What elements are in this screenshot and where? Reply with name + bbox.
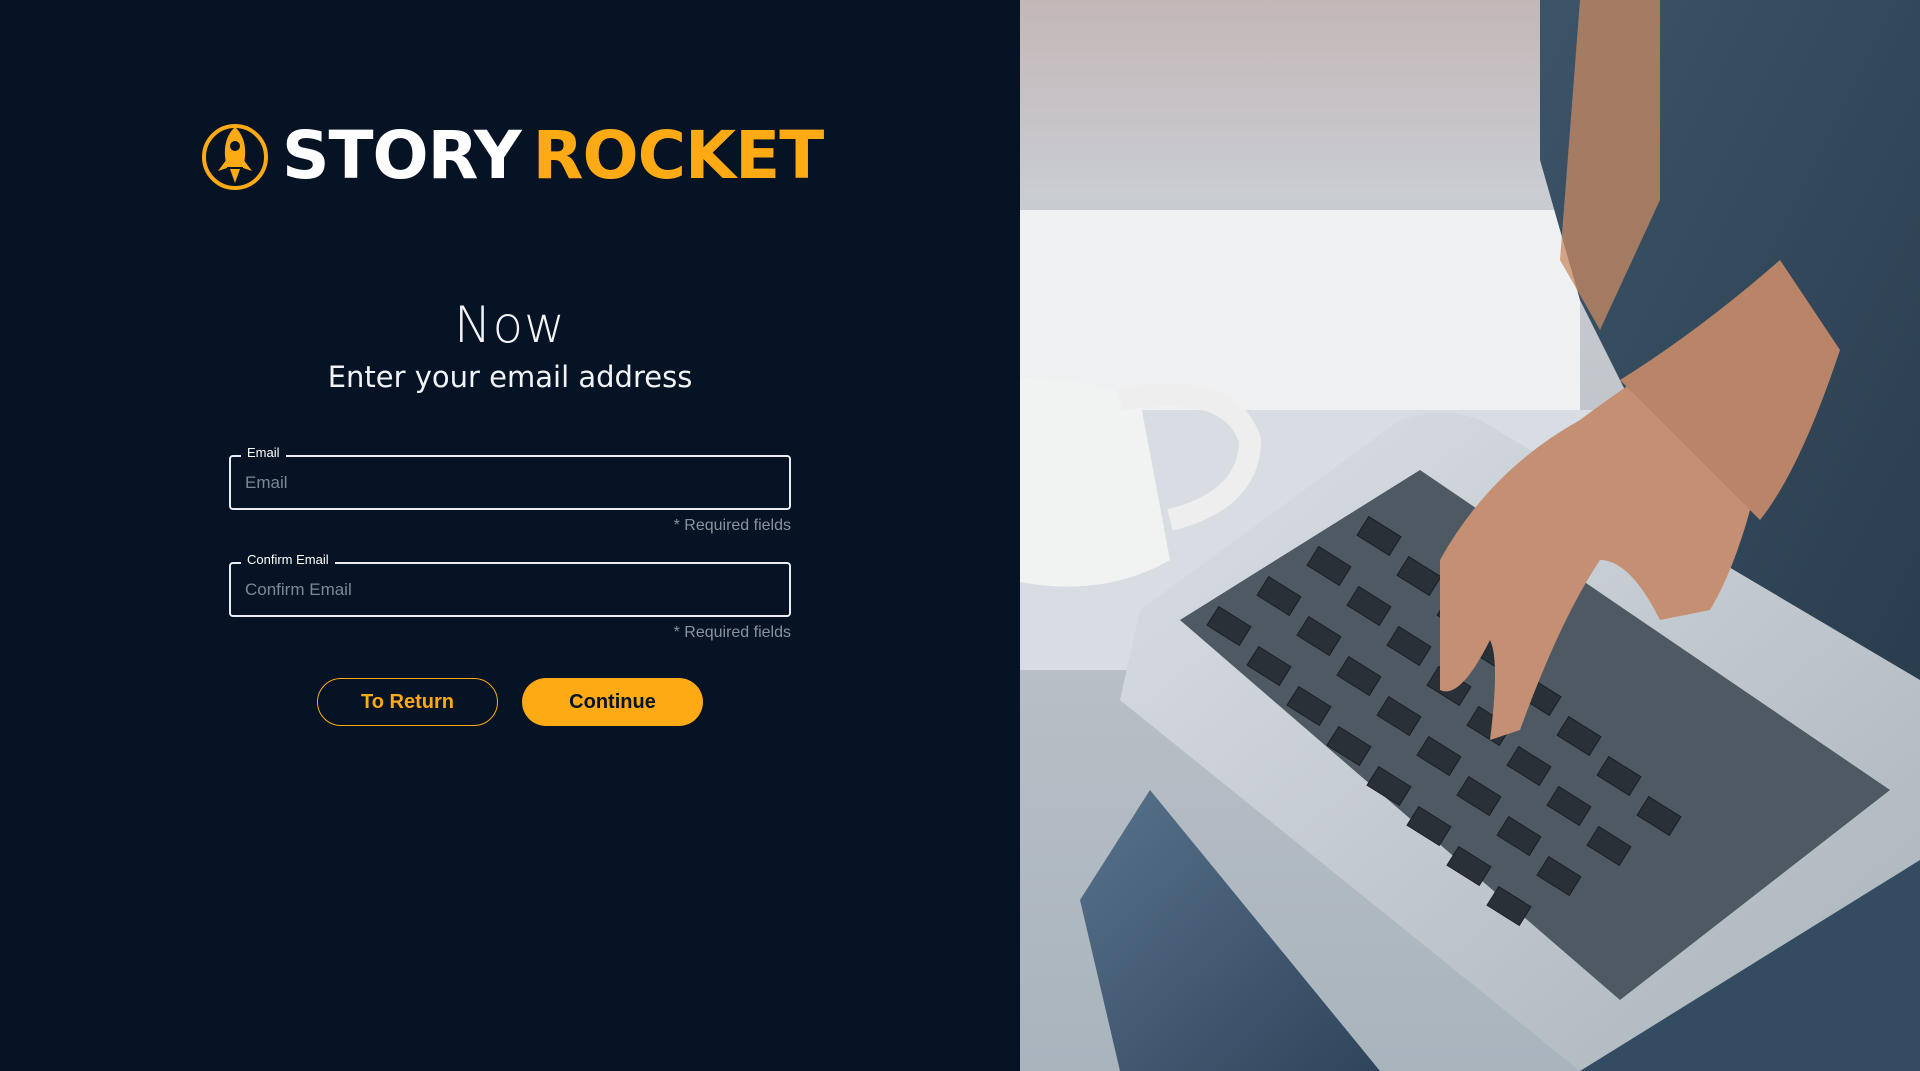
page-title: Now (454, 296, 566, 354)
rocket-icon (202, 124, 268, 190)
email-required-hint: * Required fields (673, 517, 791, 534)
confirm-email-required-hint: * Required fields (673, 624, 791, 641)
email-label: Email (241, 445, 286, 460)
story-rocket-logo: STORY ROCKET (200, 117, 825, 194)
return-button[interactable]: To Return (317, 678, 498, 726)
confirm-email-label: Confirm Email (241, 552, 335, 567)
page-subtitle: Enter your email address (327, 360, 693, 394)
email-input[interactable] (231, 457, 789, 508)
continue-button[interactable]: Continue (522, 678, 703, 726)
confirm-email-field[interactable]: Confirm Email (229, 552, 791, 617)
confirm-email-input[interactable] (231, 564, 789, 615)
login-panel: STORY ROCKET Now Enter your email addres… (0, 0, 1020, 1071)
brand-word-story: STORY (282, 117, 522, 194)
hero-photo (1020, 0, 1920, 1071)
email-field[interactable]: Email (229, 445, 791, 510)
laptop-typing-illustration (1020, 0, 1920, 1071)
brand-word-rocket: ROCKET (532, 117, 825, 194)
